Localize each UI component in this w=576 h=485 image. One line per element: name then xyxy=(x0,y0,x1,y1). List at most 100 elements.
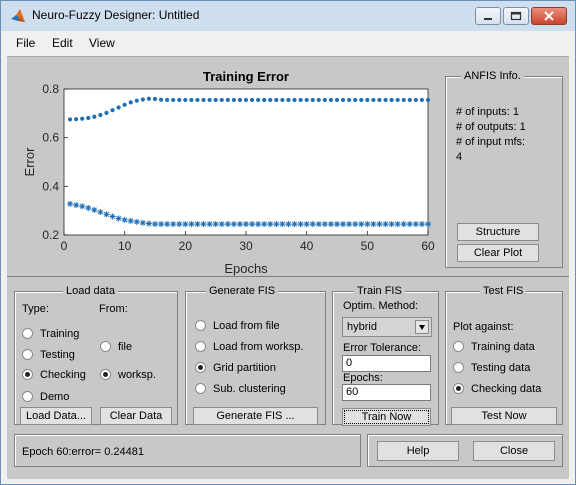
menu-edit[interactable]: Edit xyxy=(52,36,73,50)
optim-method-select[interactable]: hybrid xyxy=(342,317,432,337)
status-text: Epoch 60:error= 0.24481 xyxy=(22,446,145,458)
error-point-series-1 xyxy=(286,97,291,103)
error-point-series-1 xyxy=(158,97,164,102)
error-point-series-2 xyxy=(364,221,371,228)
radio-icon xyxy=(453,341,464,352)
error-point-series-1 xyxy=(122,102,127,107)
gen-load-workspace-radio[interactable]: Load from worksp. xyxy=(195,341,303,354)
error-point-series-1 xyxy=(365,97,370,103)
error-point-series-2 xyxy=(188,221,195,228)
anfis-info-title: ANFIS Info. xyxy=(461,70,524,82)
type-training-radio[interactable]: Training xyxy=(22,328,79,341)
error-point-series-2 xyxy=(418,221,425,228)
error-point-series-1 xyxy=(80,116,85,121)
clear-plot-button[interactable]: Clear Plot xyxy=(457,244,539,262)
error-point-series-1 xyxy=(256,97,261,103)
minimize-icon xyxy=(484,18,492,20)
error-point-series-2 xyxy=(243,221,249,228)
radio-icon xyxy=(195,383,206,394)
training-error-chart: Training Error Epochs Error 0 10 20 30 40 50 6… xyxy=(22,69,435,276)
gen-grid-partition-radio[interactable]: Grid partition xyxy=(195,362,276,375)
type-demo-radio[interactable]: Demo xyxy=(22,391,69,404)
optim-method-label: Optim. Method: xyxy=(343,300,419,312)
structure-button[interactable]: Structure xyxy=(457,223,539,241)
error-point-series-1 xyxy=(274,97,279,103)
error-point-series-1 xyxy=(262,97,267,103)
num-input-mfs-value: 4 xyxy=(456,151,463,163)
error-point-series-1 xyxy=(165,97,170,103)
epochs-field[interactable]: 60 xyxy=(342,384,431,401)
error-point-series-2 xyxy=(334,221,340,228)
anfis-info-panel: ANFIS Info. # of inputs: 1 # of outputs:… xyxy=(445,70,563,268)
type-checking-radio[interactable]: Checking xyxy=(22,369,86,382)
error-point-series-2 xyxy=(79,203,86,210)
error-point-series-1 xyxy=(340,97,346,103)
load-data-title: Load data xyxy=(63,285,118,297)
error-point-series-2 xyxy=(91,206,98,213)
error-point-series-2 xyxy=(230,221,237,228)
error-point-series-2 xyxy=(279,221,286,228)
clear-data-button[interactable]: Clear Data xyxy=(100,407,172,425)
load-data-button[interactable]: Load Data... xyxy=(20,407,92,425)
maximize-button[interactable] xyxy=(503,7,529,25)
error-point-series-1 xyxy=(86,115,91,121)
test-training-data-radio[interactable]: Training data xyxy=(453,341,535,354)
error-point-series-1 xyxy=(134,98,139,103)
test-checking-data-radio[interactable]: Checking data xyxy=(453,383,541,396)
train-now-button[interactable]: Train Now xyxy=(342,408,431,426)
error-point-series-1 xyxy=(383,97,388,103)
error-point-series-1 xyxy=(407,97,412,103)
error-point-series-1 xyxy=(116,105,121,110)
error-point-series-1 xyxy=(280,97,285,103)
close-window-button[interactable] xyxy=(531,7,567,25)
error-point-series-2 xyxy=(133,218,140,225)
error-point-series-2 xyxy=(315,221,322,228)
x-tick-label: 20 xyxy=(179,239,193,253)
minimize-button[interactable] xyxy=(475,7,501,25)
radio-selected-icon xyxy=(453,383,464,394)
help-button[interactable]: Help xyxy=(377,441,459,461)
plot-against-label: Plot against: xyxy=(453,321,514,333)
test-testing-data-radio[interactable]: Testing data xyxy=(453,362,530,375)
radio-icon xyxy=(100,341,111,352)
menu-file[interactable]: File xyxy=(16,36,35,50)
generate-fis-button[interactable]: Generate FIS ... xyxy=(193,407,318,425)
error-point-series-1 xyxy=(328,97,334,103)
x-tick-label: 40 xyxy=(300,239,314,253)
error-point-series-2 xyxy=(297,221,304,228)
source-file-radio[interactable]: file xyxy=(100,341,132,354)
gen-sub-clustering-radio[interactable]: Sub. clustering xyxy=(195,383,286,396)
type-testing-radio[interactable]: Testing xyxy=(22,349,75,362)
menu-bar: File Edit View xyxy=(1,31,575,56)
error-point-series-1 xyxy=(425,97,431,103)
error-point-series-2 xyxy=(152,221,158,228)
error-point-series-1 xyxy=(92,114,97,119)
error-point-series-2 xyxy=(376,221,383,228)
matlab-logo-icon xyxy=(11,9,25,22)
error-point-series-1 xyxy=(353,97,358,103)
plot-area xyxy=(63,88,429,236)
error-point-series-2 xyxy=(388,221,395,228)
close-button[interactable]: Close xyxy=(473,441,555,461)
error-point-series-2 xyxy=(406,221,413,228)
error-tolerance-field[interactable]: 0 xyxy=(342,355,431,372)
gen-load-file-radio[interactable]: Load from file xyxy=(195,320,280,333)
source-workspace-radio[interactable]: worksp. xyxy=(100,369,156,382)
error-point-series-2 xyxy=(139,219,146,226)
test-fis-title: Test FIS xyxy=(480,285,527,297)
error-point-series-2 xyxy=(425,221,431,228)
error-point-series-1 xyxy=(213,97,218,103)
error-point-series-2 xyxy=(103,211,110,218)
error-point-series-1 xyxy=(298,97,303,103)
title-bar[interactable]: Neuro-Fuzzy Designer: Untitled xyxy=(1,1,575,31)
test-now-button[interactable]: Test Now xyxy=(451,407,557,425)
y-tick-label: 0.2 xyxy=(42,228,59,242)
x-tick-label: 60 xyxy=(421,239,435,253)
radio-icon xyxy=(22,391,33,402)
load-data-panel: Load data Type: From: Training Testing C… xyxy=(14,285,178,425)
error-point-series-1 xyxy=(146,96,152,101)
error-point-series-1 xyxy=(225,97,230,103)
num-input-mfs-label: # of input mfs: xyxy=(456,136,526,148)
menu-view[interactable]: View xyxy=(89,36,115,50)
error-point-series-1 xyxy=(316,97,321,103)
